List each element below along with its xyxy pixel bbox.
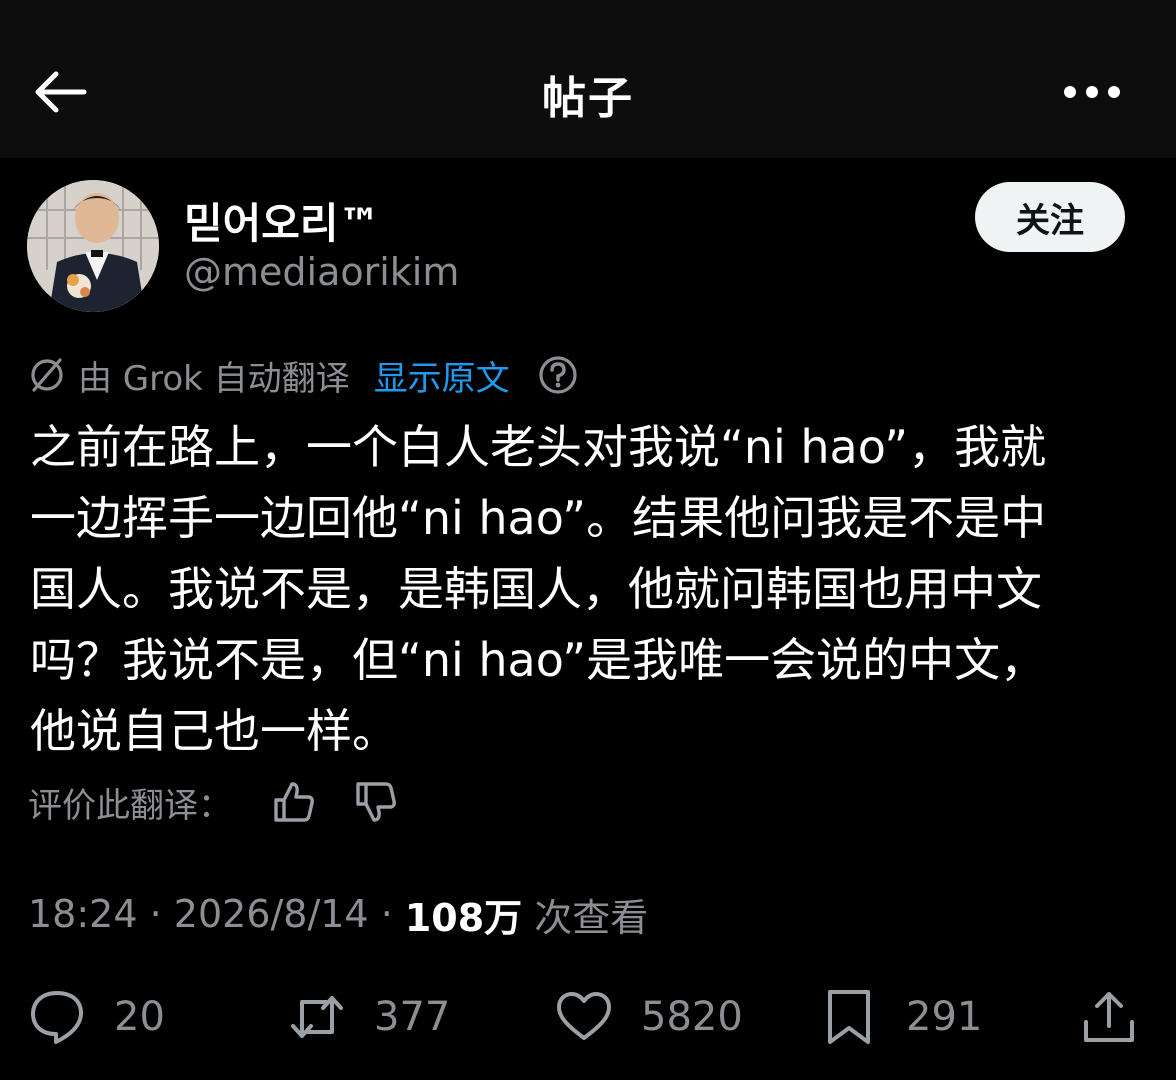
bookmark-count: 291	[906, 994, 983, 1040]
reply-button[interactable]: 20	[28, 985, 165, 1049]
heart-icon	[557, 992, 611, 1040]
top-bar: 帖子	[0, 0, 1176, 158]
translation-notice: 由 Grok 自动翻译 显示原文	[28, 350, 578, 400]
retweet-button[interactable]: 377	[288, 985, 450, 1049]
more-button[interactable]	[1060, 78, 1124, 106]
post-date: 2026/8/14	[173, 892, 369, 936]
grok-icon	[31, 358, 63, 392]
like-button[interactable]: 5820	[555, 985, 743, 1049]
bookmark-button[interactable]: 291	[820, 985, 982, 1049]
retweet-icon	[291, 996, 343, 1038]
thumbs-down-icon[interactable]	[354, 780, 398, 824]
views-count[interactable]: 108万	[405, 887, 522, 942]
display-name[interactable]: 믿어오리™	[184, 190, 381, 251]
avatar[interactable]	[27, 180, 159, 312]
rate-translation: 评价此翻译：	[28, 772, 398, 832]
reply-icon	[31, 991, 83, 1044]
retweet-count: 377	[374, 994, 451, 1040]
avatar-photo	[27, 180, 159, 312]
thumbs-up-icon[interactable]	[272, 780, 316, 824]
page-title: 帖子	[542, 73, 634, 124]
reply-count: 20	[114, 994, 165, 1040]
more-horizontal-icon	[1064, 86, 1120, 98]
follow-button[interactable]: 关注	[975, 182, 1125, 252]
share-icon	[1084, 992, 1134, 1042]
post-time: 18:24	[28, 892, 138, 936]
separator-dot: ·	[368, 892, 405, 936]
translation-label: 由 Grok 自动翻译	[78, 358, 350, 399]
bookmark-icon	[828, 990, 870, 1044]
action-bar: 20 377 5820 291	[0, 985, 1176, 1049]
show-original-link[interactable]: 显示原文	[374, 351, 510, 400]
views-label: 次查看	[522, 895, 649, 940]
like-count: 5820	[641, 994, 743, 1040]
share-button[interactable]	[1080, 985, 1138, 1049]
question-circle-icon[interactable]	[538, 355, 578, 395]
tweet-meta: 18:24 · 2026/8/14 · 108万 次查看	[28, 888, 648, 940]
tweet-text: 之前在路上，一个白人老头对我说“ni hao”，我就 一边挥手一边回他“ni h…	[30, 420, 1047, 758]
user-handle[interactable]: @mediaorikim	[184, 250, 459, 294]
rate-translation-label: 评价此翻译：	[28, 785, 232, 826]
separator-dot: ·	[137, 892, 174, 936]
